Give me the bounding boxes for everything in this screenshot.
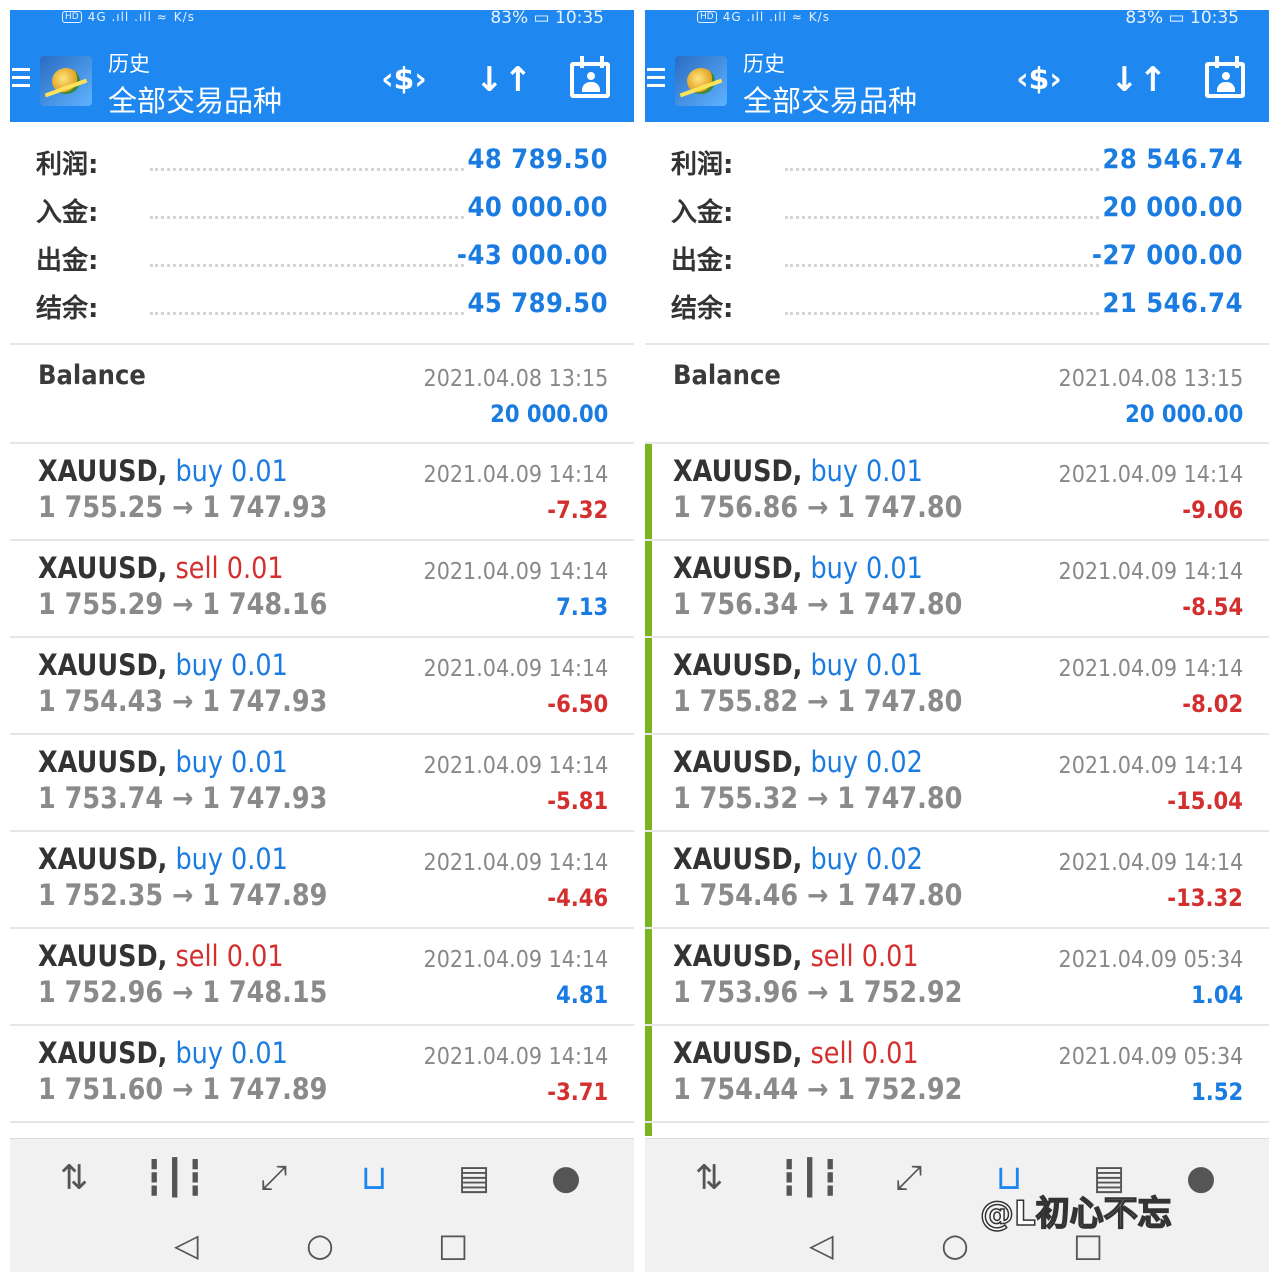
home-icon[interactable]: ○	[306, 1226, 334, 1264]
hamburger-menu-icon[interactable]	[647, 68, 665, 90]
trade-row[interactable]: XAUUSD, sell 0.01 1 753.96 → 1 752.92 20…	[645, 929, 1269, 1026]
trade-row[interactable]: XAUUSD, buy 0.01 1 753.74 → 1 747.93 202…	[10, 735, 634, 832]
chart-icon[interactable]: ┇┃┇	[144, 1153, 205, 1203]
back-icon[interactable]: ◁	[809, 1226, 834, 1264]
sort-icon[interactable]: ↓↑	[1110, 58, 1167, 102]
chart-icon[interactable]: ┇┃┇	[779, 1153, 840, 1203]
deposit-value: 20 000.00	[1102, 192, 1243, 223]
metatrader-logo	[675, 56, 727, 106]
trade-icon[interactable]: ⤢	[244, 1153, 304, 1203]
trade-row[interactable]: XAUUSD, buy 0.01 1 755.82 → 1 747.80 202…	[645, 638, 1269, 735]
bottom-nav: ⇅ ┇┃┇ ⤢ ⊔ ▤ ●	[645, 1138, 1269, 1218]
trade-row[interactable]: XAUUSD, buy 0.01 1 752.35 → 1 747.89 202…	[10, 832, 634, 929]
hd-badge: HD	[62, 11, 82, 23]
trade-row[interactable]: XAUUSD, sell 0.01 1 754.44 → 1 752.92 20…	[645, 1026, 1269, 1123]
trade-row[interactable]: XAUUSD, buy 0.01 1 751.60 → 1 747.89 202…	[10, 1026, 634, 1123]
trade-row[interactable]: XAUUSD, sell 0.01 1 752.96 → 1 748.15 20…	[10, 929, 634, 1026]
trade-row[interactable]: XAUUSD, buy 0.01 1 754.43 → 1 747.93 202…	[10, 638, 634, 735]
status-bar: HD 4G .ıll .ıll ≈ K/s 83% ▭ 10:35	[10, 10, 634, 32]
trade-row[interactable]: XAUUSD, sell 0.01 1 755.29 → 1 748.16 20…	[10, 541, 634, 638]
symbol-filter-title[interactable]: 全部交易品种	[743, 78, 917, 120]
summary-row-deposit: 入金: 40 000.00	[36, 192, 608, 228]
speed-label: K/s	[808, 10, 830, 24]
summary-row-withdrawal: 出金: -27 000.00	[671, 240, 1243, 276]
watermark: @L初心不忘	[979, 1193, 1172, 1235]
hd-badge: HD	[697, 11, 717, 23]
withdrawal-value: -27 000.00	[1091, 240, 1243, 271]
chat-icon[interactable]: ●	[1171, 1153, 1231, 1203]
page-title: 历史	[108, 52, 150, 76]
history-icon[interactable]: ⊔	[344, 1153, 404, 1203]
sort-icon[interactable]: ↓↑	[475, 58, 532, 102]
app-header: HD 4G .ıll .ıll ≈ K/s 83% ▭ 10:35 历史 全部交…	[10, 10, 634, 122]
metatrader-logo	[40, 56, 92, 106]
chat-icon[interactable]: ●	[536, 1153, 596, 1203]
system-nav-bar: ◁ ○ □	[645, 1218, 1269, 1272]
battery-level: 83%	[1125, 10, 1164, 28]
trade-row[interactable]: XAUUSD, buy 0.01 1 755.25 → 1 747.93 202…	[10, 444, 634, 541]
deposit-value: 40 000.00	[467, 192, 608, 223]
summary-panel: 利润: 28 546.74 入金: 20 000.00 出金: -27 000.…	[645, 138, 1269, 338]
signal-icon: 4G .ıll .ıll ≈	[87, 10, 168, 24]
page-title: 历史	[743, 52, 785, 76]
balance-entry[interactable]: Balance 2021.04.08 13:15 20 000.00	[10, 346, 634, 442]
speed-label: K/s	[173, 10, 195, 24]
trade-row[interactable]: XAUUSD, buy 0.01 1 756.86 → 1 747.80 202…	[645, 444, 1269, 541]
summary-row-profit: 利润: 28 546.74	[671, 144, 1243, 180]
summary-row-deposit: 入金: 20 000.00	[671, 192, 1243, 228]
balance-value: 45 789.50	[467, 288, 608, 319]
recents-icon[interactable]: □	[438, 1226, 468, 1264]
trade-row[interactable]: XAUUSD, buy 0.02 1 754.46 → 1 747.80 202…	[645, 832, 1269, 929]
trade-icon[interactable]: ⤢	[879, 1153, 939, 1203]
profit-value: 28 546.74	[1102, 144, 1243, 175]
battery-icon: ▭	[1168, 10, 1185, 28]
quotes-icon[interactable]: ⇅	[44, 1153, 104, 1203]
summary-panel: 利润: 48 789.50 入金: 40 000.00 出金: -43 000.…	[10, 138, 634, 338]
profit-value: 48 789.50	[467, 144, 608, 175]
left-phone-screen: HD 4G .ıll .ıll ≈ K/s 83% ▭ 10:35 历史 全部交…	[10, 10, 634, 1272]
balance-entry[interactable]: Balance 2021.04.08 13:15 20 000.00	[645, 346, 1269, 442]
app-header: HD 4G .ıll .ıll ≈ K/s 83% ▭ 10:35 历史 全部交…	[645, 10, 1269, 122]
calendar-icon[interactable]	[1205, 62, 1245, 98]
screenshot-collage: HD 4G .ıll .ıll ≈ K/s 83% ▭ 10:35 历史 全部交…	[0, 0, 1280, 1280]
quotes-icon[interactable]: ⇅	[679, 1153, 739, 1203]
clock: 10:35	[555, 10, 604, 28]
money-exchange-icon[interactable]: ‹$›	[380, 58, 428, 102]
signal-icon: 4G .ıll .ıll ≈	[722, 10, 803, 24]
home-icon[interactable]: ○	[941, 1226, 969, 1264]
battery-icon: ▭	[533, 10, 550, 28]
system-nav-bar: ◁ ○ □	[10, 1218, 634, 1272]
bottom-nav: ⇅ ┇┃┇ ⤢ ⊔ ▤ ●	[10, 1138, 634, 1218]
calendar-icon[interactable]	[570, 62, 610, 98]
summary-row-profit: 利润: 48 789.50	[36, 144, 608, 180]
clock: 10:35	[1190, 10, 1239, 28]
withdrawal-value: -43 000.00	[456, 240, 608, 271]
trade-row[interactable]: XAUUSD, buy 0.01 1 756.34 → 1 747.80 202…	[645, 541, 1269, 638]
symbol-filter-title[interactable]: 全部交易品种	[108, 78, 282, 120]
hamburger-menu-icon[interactable]	[12, 68, 30, 90]
right-phone-screen: HD 4G .ıll .ıll ≈ K/s 83% ▭ 10:35 历史 全部交…	[645, 10, 1269, 1272]
news-icon[interactable]: ▤	[444, 1153, 504, 1203]
money-exchange-icon[interactable]: ‹$›	[1015, 58, 1063, 102]
back-icon[interactable]: ◁	[174, 1226, 199, 1264]
battery-level: 83%	[490, 10, 529, 28]
trade-row[interactable]: XAUUSD, buy 0.02 1 755.32 → 1 747.80 202…	[645, 735, 1269, 832]
summary-row-withdrawal: 出金: -43 000.00	[36, 240, 608, 276]
status-bar: HD 4G .ıll .ıll ≈ K/s 83% ▭ 10:35	[645, 10, 1269, 32]
summary-row-balance: 结余: 45 789.50	[36, 288, 608, 324]
summary-row-balance: 结余: 21 546.74	[671, 288, 1243, 324]
balance-value: 21 546.74	[1102, 288, 1243, 319]
